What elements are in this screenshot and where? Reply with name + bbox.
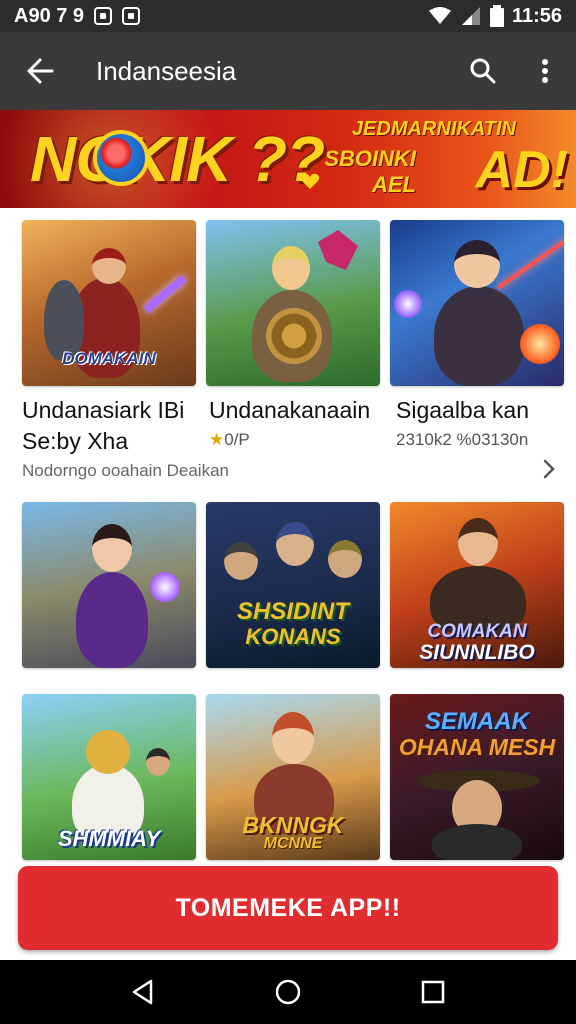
star-icon: ★: [209, 430, 225, 449]
game-art-head: [92, 248, 126, 284]
game-tile-8[interactable]: BKNNGK MCNNE: [206, 694, 380, 860]
game-art: SHSIDINT KONANS: [206, 502, 380, 668]
game-art-weapon: [496, 234, 564, 290]
nav-home-button[interactable]: [258, 962, 318, 1022]
app-actions: [452, 32, 576, 110]
game-tile-3[interactable]: [390, 220, 564, 386]
game-art: SEMAAK OHANA MESH: [390, 694, 564, 860]
game-tile-4[interactable]: [22, 502, 196, 668]
nav-back-icon: [132, 979, 152, 1005]
chevron-right-icon[interactable]: [540, 458, 558, 480]
game-art-subtitle: OHANA MESH: [398, 734, 556, 760]
system-nav-bar: [0, 960, 576, 1024]
game-art-title: COMAKAN: [427, 621, 527, 642]
nav-recents-button[interactable]: [403, 962, 463, 1022]
game-tile-5[interactable]: SHSIDINT KONANS: [206, 502, 380, 668]
nav-home-icon: [275, 979, 301, 1005]
game-title[interactable]: Undanasiark IBi: [22, 397, 184, 424]
game-art-title: BKNNGK: [242, 812, 344, 838]
game-art-figure: [432, 824, 522, 860]
game-tile-1[interactable]: DOMAKAIN: [22, 220, 196, 386]
status-right: 11:56: [428, 5, 562, 28]
game-rating: ★0/P: [209, 430, 250, 450]
nav-recents-icon: [422, 980, 445, 1004]
game-tile-7[interactable]: SHMMIAY: [22, 694, 196, 860]
more-vert-icon: [542, 59, 548, 83]
game-art-head: [454, 240, 500, 288]
screen: A90 7 9 11:56 Indanseesia NOKIK ?? JEDMA…: [0, 0, 576, 1024]
game-art: SHMMIAY: [22, 694, 196, 860]
gallery-icon: [122, 7, 141, 25]
game-art-head: [92, 524, 132, 572]
signal-icon: [461, 7, 480, 25]
game-art-head: [146, 748, 170, 776]
game-art-subtitle: MCNNE: [263, 835, 323, 852]
banner-logo-ring: [93, 130, 149, 186]
game-art-head: [86, 730, 130, 774]
game-art-head: [272, 712, 314, 764]
page-title: Indanseesia: [96, 55, 237, 86]
game-art-head: [272, 246, 310, 290]
battery-icon: [489, 5, 504, 27]
game-art-subtitle: KONANS: [245, 624, 341, 649]
app-bar: Indanseesia: [0, 32, 576, 110]
game-art-title: SEMAAK: [424, 708, 529, 735]
status-bar: A90 7 9 11:56: [0, 0, 576, 32]
game-title[interactable]: Undanakanaain: [209, 397, 370, 424]
game-art-head: [458, 518, 498, 566]
game-art-head: [328, 540, 362, 578]
game-art-orb: [520, 324, 560, 364]
heart-icon: [300, 173, 320, 189]
game-art-figure: [434, 286, 524, 386]
game-art-title: SHMMIAY: [57, 826, 161, 851]
game-art-figure: [44, 280, 84, 360]
game-title[interactable]: Sigaalba kan: [396, 397, 529, 424]
arrow-back-icon: [27, 58, 54, 84]
game-art-head: [276, 522, 314, 566]
game-meta: 2310k2 %03130n: [396, 430, 529, 449]
game-art: DOMAKAIN: [22, 220, 196, 386]
banner-tagline-2: SBOINKI: [324, 146, 416, 171]
status-text: A90 7 9: [14, 4, 85, 27]
status-time: 11:56: [511, 4, 562, 27]
banner-big-text: AD!: [475, 141, 568, 199]
notification-icon: [94, 7, 113, 25]
game-art-orb: [394, 290, 422, 318]
game-art-figure: [76, 572, 148, 668]
game-art-title: DOMAKAIN: [62, 349, 156, 368]
game-art-title: SHSIDINT: [236, 598, 349, 625]
status-left: A90 7 9: [14, 4, 141, 28]
game-art-weapon: [143, 274, 187, 314]
game-art: [206, 220, 380, 386]
install-app-button[interactable]: TOMEMEKE APP!!: [18, 866, 558, 950]
ad-banner[interactable]: NOKIK ?? JEDMARNIKATIN SBOINKI AEL AD!: [0, 110, 576, 208]
wifi-icon: [428, 7, 451, 24]
game-art: COMAKAN SIUNNLIBO: [390, 502, 564, 668]
game-rating-text: 0/P: [224, 430, 250, 449]
game-art: [390, 220, 564, 386]
section-label: Nodorngo ooahain Deaikan: [22, 461, 229, 480]
game-tile-2[interactable]: [206, 220, 380, 386]
game-tile-9[interactable]: SEMAAK OHANA MESH: [390, 694, 564, 860]
game-art: BKNNGK MCNNE: [206, 694, 380, 860]
game-art-shield: [266, 308, 322, 364]
banner-tagline-3: AEL: [372, 172, 416, 197]
overflow-menu-button[interactable]: [514, 32, 576, 110]
back-button[interactable]: [0, 32, 80, 110]
banner-tagline-1: JEDMARNIKATIN: [351, 118, 516, 140]
nav-back-button[interactable]: [113, 962, 173, 1022]
game-title: Se:by Xha: [22, 428, 129, 454]
search-button[interactable]: [452, 32, 514, 110]
search-icon: [470, 58, 496, 84]
game-art-subtitle: SIUNNLIBO: [419, 641, 535, 664]
game-art-effect: [318, 230, 358, 270]
game-art: [22, 502, 196, 668]
game-tile-6[interactable]: COMAKAN SIUNNLIBO: [390, 502, 564, 668]
game-art-head: [224, 542, 258, 580]
game-art-orb: [150, 572, 180, 602]
banner-logo: NOKIK ??: [30, 123, 325, 195]
